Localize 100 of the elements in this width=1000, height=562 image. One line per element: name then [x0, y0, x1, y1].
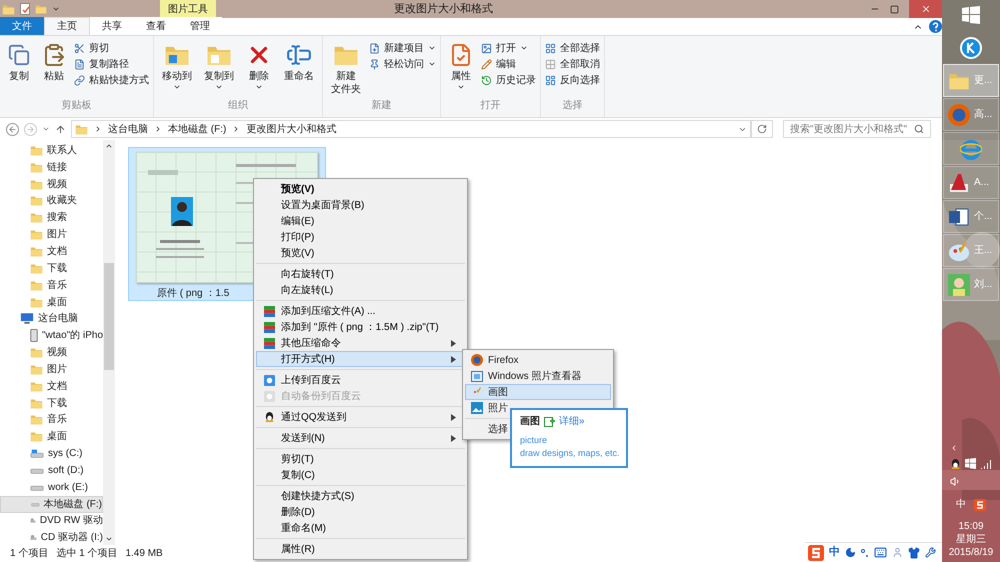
shirt-icon[interactable] [908, 546, 920, 558]
search-icon[interactable] [914, 124, 924, 134]
nav-item[interactable]: 搜索 [0, 209, 103, 226]
menu-item[interactable]: 其他压缩命令 [256, 335, 465, 351]
recent-locations-icon[interactable] [42, 125, 50, 133]
nav-item[interactable]: work (E:) [0, 478, 103, 496]
keyboard-icon[interactable] [874, 546, 887, 559]
nav-item[interactable]: 视频 [0, 344, 103, 361]
nav-item[interactable]: 本地磁盘 (F:) [0, 496, 103, 513]
nav-item[interactable]: 联系人 [0, 142, 103, 159]
clock-date[interactable]: 2015/8/19 [948, 546, 994, 559]
properties-icon[interactable] [20, 3, 30, 15]
s-logo-icon[interactable] [974, 498, 986, 510]
show-hidden-icons[interactable] [950, 444, 958, 452]
menu-item[interactable]: 复制(C) [256, 467, 465, 483]
ribbon-button[interactable]: 复制路径 [74, 56, 149, 72]
nav-item[interactable]: 链接 [0, 158, 103, 176]
nav-item[interactable]: soft (D:) [0, 462, 103, 479]
breadcrumb[interactable]: 本地磁盘 (F:) [168, 122, 226, 136]
ribbon-button[interactable]: 粘贴快捷方式 [74, 72, 149, 88]
menu-item[interactable]: 删除(D) [256, 504, 465, 520]
clock-weekday[interactable]: 星期三 [956, 533, 986, 546]
breadcrumb[interactable]: 更改图片大小和格式 [246, 122, 336, 136]
nav-item[interactable]: 文档 [0, 378, 103, 395]
menu-item[interactable]: 属性(R) [256, 541, 465, 557]
penguin-icon[interactable] [950, 458, 961, 470]
nav-item[interactable]: 下载 [0, 260, 103, 277]
address-field[interactable]: 这台电脑 本地磁盘 (F:) 更改图片大小和格式 [71, 120, 751, 138]
scroll-thumb[interactable] [104, 263, 114, 370]
volume-icon[interactable] [950, 476, 961, 487]
windows-logo-icon[interactable] [965, 458, 976, 469]
ribbon-button[interactable]: 历史记录 [481, 72, 536, 88]
nav-item[interactable]: DVD RW 驱动 [0, 512, 103, 530]
ribbon-button[interactable]: 打开 [481, 40, 536, 56]
details-link[interactable]: 详细» [559, 414, 585, 429]
menu-item[interactable]: 添加到 "原件 ( png ：1.5M ) .zip"(T) [256, 319, 465, 335]
ribbon-button[interactable]: 重命名 [280, 36, 318, 98]
menu-item[interactable]: 添加到压缩文件(A) ... [256, 303, 465, 319]
signal-icon[interactable] [980, 458, 992, 469]
group-label: 剪贴板 [60, 98, 92, 113]
menu-item[interactable]: 剪切(T) [256, 451, 465, 467]
ribbon-button[interactable]: 反向选择 [545, 72, 600, 88]
punctuation-icon[interactable] [861, 548, 869, 558]
ribbon-button[interactable]: 轻松访问 [369, 56, 436, 72]
breadcrumb[interactable]: 这台电脑 [108, 122, 148, 136]
select-all-icon [545, 42, 556, 54]
up-button[interactable] [55, 124, 66, 134]
ribbon-button[interactable]: 新建项目 [369, 40, 436, 56]
nav-item[interactable]: sys (C:) [0, 445, 103, 462]
ribbon-button[interactable]: 全部选择 [545, 40, 600, 56]
nav-item[interactable]: 文档 [0, 243, 103, 260]
menu-item[interactable]: 发送到(N) [256, 430, 465, 446]
nav-item[interactable]: 收藏夹 [0, 192, 103, 210]
nav-item[interactable]: 这台电脑 [0, 310, 103, 328]
menu-item[interactable]: Windows 照片查看器 [465, 368, 611, 384]
ribbon-button[interactable]: 全部取消 [545, 56, 600, 72]
nav-item[interactable]: CD 驱动器 (I:) [0, 529, 103, 545]
menu-item[interactable]: 上传到百度云 [256, 372, 465, 388]
ribbon-button[interactable]: 移动到 [158, 36, 196, 98]
nav-item[interactable]: "wtao"的 iPho [0, 327, 103, 344]
menu-item[interactable]: Firefox [465, 352, 611, 368]
ribbon-button[interactable]: 剪切 [74, 40, 149, 56]
scrollbar[interactable] [103, 140, 115, 545]
ribbon-button[interactable]: 编辑 [481, 56, 536, 72]
menu-item[interactable]: 画图 [465, 384, 611, 400]
nav-item[interactable]: 音乐 [0, 412, 103, 428]
clock-time[interactable]: 15:09 [958, 520, 984, 533]
wrench-icon[interactable] [925, 547, 936, 558]
restore-button[interactable] [890, 4, 899, 14]
nav-item[interactable]: 桌面 [0, 428, 103, 446]
refresh-button[interactable] [751, 120, 773, 138]
scroll-down-icon[interactable] [105, 535, 113, 543]
ribbon-button[interactable]: 复制 [4, 36, 34, 98]
nav-item[interactable]: 图片 [0, 226, 103, 244]
help-icon[interactable] [929, 20, 942, 33]
ribbon-button[interactable]: 删除 [242, 36, 276, 98]
quick-access-dropdown-icon[interactable] [52, 5, 60, 13]
nav-item[interactable]: 视频 [0, 176, 103, 193]
input-language[interactable]: 中 [956, 497, 966, 512]
nav-item[interactable]: 图片 [0, 360, 103, 378]
scroll-up-icon[interactable] [105, 142, 113, 150]
moon-icon[interactable] [845, 547, 856, 558]
back-button[interactable] [6, 122, 19, 136]
ribbon-tab[interactable]: 主页 [44, 17, 90, 35]
ribbon-button[interactable]: 新建 文件夹 [327, 36, 365, 98]
menu-item[interactable]: 通过QQ发送到 [256, 409, 465, 425]
search-field[interactable]: 搜索"更改图片大小和格式" [783, 120, 931, 138]
s-logo-icon[interactable] [808, 544, 824, 560]
menu-item[interactable]: 创建快捷方式(S) [256, 488, 465, 504]
menu-item[interactable]: 重命名(M) [256, 520, 465, 536]
ime-mode[interactable]: 中 [829, 544, 840, 561]
nav-item[interactable]: 音乐 [0, 276, 103, 294]
nav-item[interactable]: 桌面 [0, 294, 103, 310]
ribbon-button[interactable]: 粘贴 [38, 36, 70, 98]
nav-item[interactable]: 下载 [0, 394, 103, 412]
ribbon-tab[interactable]: 文件 [0, 17, 44, 35]
ribbon-button[interactable]: 复制到 [200, 36, 238, 98]
windows-logo-icon[interactable] [962, 6, 980, 24]
menu-item[interactable]: 打开方式(H) [256, 351, 465, 367]
ribbon-button[interactable]: 属性 [445, 36, 477, 98]
